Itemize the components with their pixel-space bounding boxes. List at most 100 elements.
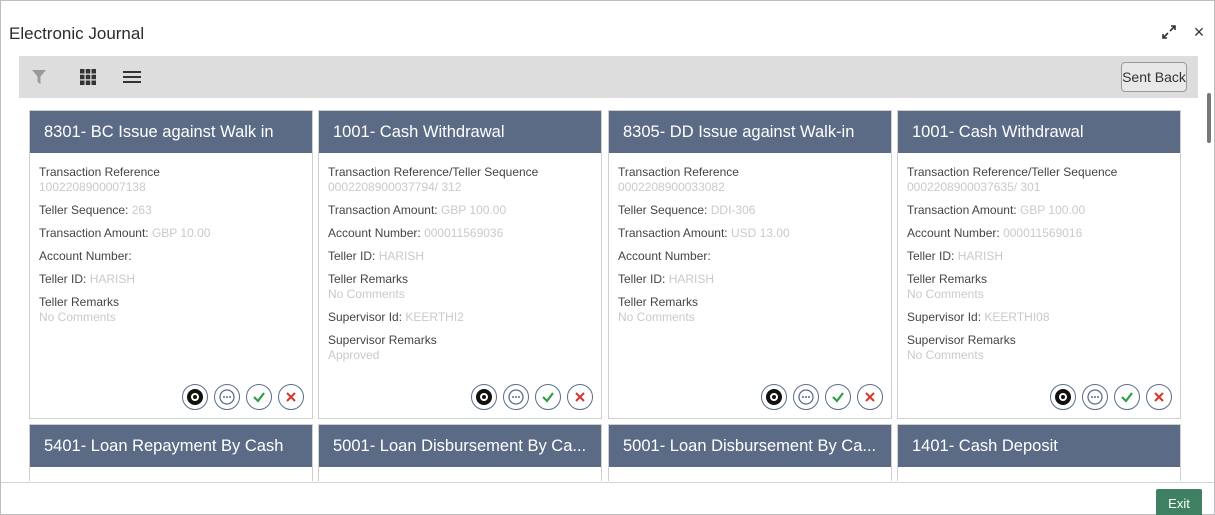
reject-icon[interactable]: [278, 384, 304, 410]
footer: Exit: [1, 482, 1214, 515]
field-value: KEERTHI08: [984, 310, 1050, 324]
field-label: Transaction Reference/Teller Sequence: [328, 165, 539, 179]
approve-icon[interactable]: [825, 384, 851, 410]
field-label: Supervisor Id:: [328, 310, 403, 324]
field-label: Transaction Amount:: [39, 226, 149, 240]
field-value: 000011569016: [1003, 226, 1083, 240]
field-value: USD 13.00: [730, 226, 790, 240]
field-label: Teller ID:: [328, 249, 376, 263]
reject-icon[interactable]: [567, 384, 593, 410]
field-value: Approved: [328, 348, 380, 362]
approve-icon[interactable]: [1114, 384, 1140, 410]
field-label: Transaction Reference/Teller Sequence: [907, 165, 1118, 179]
approve-icon[interactable]: [535, 384, 561, 410]
field-label: Supervisor Id:: [907, 310, 982, 324]
field-label: Transaction Amount:: [328, 203, 438, 217]
field-value: 0002208900037794/ 312: [328, 180, 462, 194]
field-label: Account Number:: [618, 249, 711, 263]
title-bar: Electronic Journal ×: [1, 1, 1214, 53]
field-label: Account Number:: [907, 226, 1000, 240]
field-label: Account Number:: [39, 249, 132, 263]
card-body: Transaction Reference 0002208900033082 Te…: [609, 153, 891, 325]
card-title: 1001- Cash Withdrawal: [898, 111, 1180, 153]
toolbar: Sent Back: [19, 56, 1198, 98]
reject-icon[interactable]: [857, 384, 883, 410]
field-label: Account Number:: [328, 226, 421, 240]
more-options-icon[interactable]: [503, 384, 529, 410]
journal-card-grid: 8301- BC Issue against Walk in Transacti…: [1, 101, 1214, 481]
more-options-icon[interactable]: [1082, 384, 1108, 410]
card-body: Transaction Reference 1002208900007138 Te…: [30, 153, 312, 325]
field-value: GBP 100.00: [1019, 203, 1086, 217]
view-icon[interactable]: [471, 384, 497, 410]
reject-icon[interactable]: [1146, 384, 1172, 410]
field-label: Supervisor Remarks: [907, 333, 1016, 347]
field-label: Teller ID:: [618, 272, 666, 286]
field-value: HARISH: [668, 272, 715, 286]
grid-view-icon[interactable]: [77, 66, 99, 88]
field-label: Transaction Reference: [618, 165, 739, 179]
card-actions: [1050, 384, 1172, 410]
more-options-icon[interactable]: [793, 384, 819, 410]
field-value: No Comments: [907, 287, 984, 301]
filter-icon[interactable]: [28, 66, 50, 88]
field-label: Teller ID:: [39, 272, 87, 286]
field-value: GBP 100.00: [440, 203, 507, 217]
card-title: 8305- DD Issue against Walk-in: [609, 111, 891, 153]
field-value: 0002208900037635/ 301: [907, 180, 1041, 194]
field-value: 0002208900033082: [618, 180, 725, 194]
sent-back-button[interactable]: Sent Back: [1121, 62, 1187, 92]
field-value: HARISH: [89, 272, 136, 286]
card-title: 5001- Loan Disbursement By Ca...: [319, 425, 601, 467]
field-label: Teller Sequence:: [39, 203, 129, 217]
exit-button[interactable]: Exit: [1156, 489, 1202, 515]
card-title: 5401- Loan Repayment By Cash: [30, 425, 312, 467]
list-view-icon[interactable]: [121, 66, 143, 88]
card-actions: [761, 384, 883, 410]
field-value: KEERTHI2: [405, 310, 464, 324]
field-value: No Comments: [907, 348, 984, 362]
journal-card: 8301- BC Issue against Walk in Transacti…: [29, 110, 313, 419]
journal-card: 5001- Loan Disbursement By Ca...: [608, 424, 892, 481]
card-title: 8301- BC Issue against Walk in: [30, 111, 312, 153]
field-label: Transaction Amount:: [907, 203, 1017, 217]
field-value: 263: [131, 203, 152, 217]
minimize-icon[interactable]: [1160, 22, 1178, 42]
field-label: Teller Sequence:: [618, 203, 708, 217]
field-value: 1002208900007138: [39, 180, 146, 194]
card-body: Transaction Reference/Teller Sequence 000…: [898, 153, 1180, 363]
field-label: Teller Remarks: [618, 295, 699, 309]
card-title: 1401- Cash Deposit: [898, 425, 1180, 467]
journal-card: 5401- Loan Repayment By Cash: [29, 424, 313, 481]
field-value: GBP 10.00: [151, 226, 211, 240]
view-icon[interactable]: [1050, 384, 1076, 410]
field-value: No Comments: [39, 310, 116, 324]
view-icon[interactable]: [182, 384, 208, 410]
window-title: Electronic Journal: [9, 24, 145, 43]
card-actions: [182, 384, 304, 410]
card-body: Transaction Reference/Teller Sequence 000…: [319, 153, 601, 363]
card-title: 5001- Loan Disbursement By Ca...: [609, 425, 891, 467]
field-value: No Comments: [618, 310, 695, 324]
electronic-journal-window: Electronic Journal × Sent Back 8301- BC …: [0, 0, 1215, 515]
more-options-icon[interactable]: [214, 384, 240, 410]
card-title: 1001- Cash Withdrawal: [319, 111, 601, 153]
field-value: No Comments: [328, 287, 405, 301]
card-actions: [471, 384, 593, 410]
field-value: HARISH: [957, 249, 1004, 263]
field-value: HARISH: [378, 249, 425, 263]
close-icon[interactable]: ×: [1190, 22, 1208, 42]
field-label: Supervisor Remarks: [328, 333, 437, 347]
journal-card: 1001- Cash Withdrawal Transaction Refere…: [318, 110, 602, 419]
view-icon[interactable]: [761, 384, 787, 410]
journal-card: 5001- Loan Disbursement By Ca...: [318, 424, 602, 481]
journal-card: 1001- Cash Withdrawal Transaction Refere…: [897, 110, 1181, 419]
field-label: Teller Remarks: [39, 295, 120, 309]
field-label: Teller ID:: [907, 249, 955, 263]
field-label: Transaction Amount:: [618, 226, 728, 240]
approve-icon[interactable]: [246, 384, 272, 410]
journal-card: 1401- Cash Deposit: [897, 424, 1181, 481]
journal-card: 8305- DD Issue against Walk-in Transacti…: [608, 110, 892, 419]
field-label: Teller Remarks: [907, 272, 988, 286]
field-value: 000011569036: [424, 226, 504, 240]
